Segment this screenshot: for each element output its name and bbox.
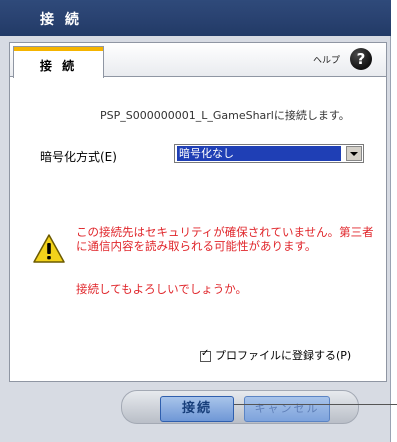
window-title: 接 続 <box>40 12 82 28</box>
help-label[interactable]: ヘルプ <box>313 53 340 66</box>
tab-panel: 接 続 ヘルプ ? PSP_S000000001_L_GameSharlに接続し… <box>9 42 387 382</box>
callout-line <box>234 404 397 405</box>
warning-icon <box>33 234 65 263</box>
cancel-button[interactable]: キャンセル <box>244 396 330 422</box>
chevron-down-icon[interactable] <box>346 146 362 161</box>
tab-connect[interactable]: 接 続 <box>13 46 104 78</box>
profile-checkbox[interactable] <box>200 348 211 362</box>
tab-label: 接 続 <box>39 59 78 73</box>
profile-checkbox-label: プロファイルに登録する(P) <box>215 349 352 362</box>
help-icon[interactable]: ? <box>350 48 372 70</box>
encryption-label: 暗号化方式(E) <box>40 150 117 164</box>
connect-message: PSP_S000000001_L_GameSharlに接続します。 <box>100 109 350 122</box>
title-bar[interactable]: 接 続 <box>0 0 391 36</box>
encryption-select[interactable]: 暗号化なし <box>174 144 364 163</box>
confirm-question: 接続してもよろしいでしょうか。 <box>76 282 248 296</box>
connection-dialog: 接 続 接 続 ヘルプ ? PSP_S000000001_L_GameSharl… <box>0 0 397 442</box>
button-bar: 接続 キャンセル <box>121 390 359 424</box>
security-warning-text: この接続先はセキュリティが確保されていません。第三者に通信内容を読み取られる可能… <box>76 225 374 253</box>
connect-button[interactable]: 接続 <box>160 396 234 422</box>
tab-strip: 接 続 ヘルプ ? <box>10 43 386 78</box>
profile-checkbox-row[interactable]: プロファイルに登録する(P) <box>200 347 351 363</box>
encryption-selected-value: 暗号化なし <box>177 146 341 161</box>
tab-accent <box>14 47 103 51</box>
